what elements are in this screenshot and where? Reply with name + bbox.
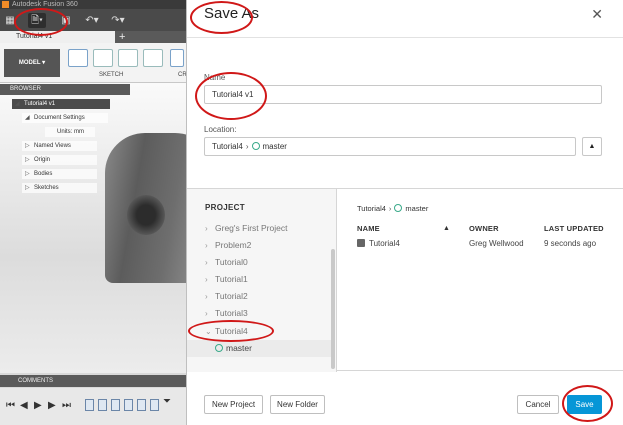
project-item[interactable]: › Problem2	[187, 237, 332, 254]
timeline-feature[interactable]	[150, 399, 159, 411]
line-tool-icon[interactable]	[93, 49, 113, 67]
project-item[interactable]: › Tutorial0	[187, 254, 332, 271]
chevron-right-icon: ›	[205, 292, 208, 301]
new-project-button[interactable]: New Project	[204, 395, 263, 414]
arc-tool-icon[interactable]	[143, 49, 163, 67]
timeline-feature[interactable]	[85, 399, 94, 411]
design-file-icon	[357, 239, 365, 247]
create-tool-icon[interactable]	[170, 49, 184, 67]
browser-root-item[interactable]: ◢ Tutorial4 v1	[12, 99, 110, 109]
close-icon[interactable]: ✕	[591, 6, 603, 23]
project-header: PROJECT	[205, 203, 245, 212]
file-name-cell[interactable]: Tutorial4	[357, 239, 400, 248]
model-hole	[127, 195, 165, 235]
browser-item-named-views[interactable]: ▷ Named Views	[22, 141, 97, 151]
timeline-back-icon[interactable]: ◀	[20, 400, 28, 411]
highlight-ring	[188, 320, 274, 342]
highlight-ring	[190, 1, 253, 34]
location-browser: PROJECT › Greg's First Project › Problem2 …	[187, 188, 623, 372]
ribbon-toolbar: MODEL ▾ SKETCH CR	[0, 43, 187, 83]
cancel-button[interactable]: Cancel	[517, 395, 559, 414]
undo-icon[interactable]: ↶▾	[82, 13, 102, 28]
chevron-right-icon: ›	[205, 241, 208, 250]
project-item[interactable]: › Tutorial2	[187, 288, 332, 305]
location-field[interactable]: Tutorial4 › master	[204, 137, 576, 156]
timeline-feature[interactable]	[137, 399, 146, 411]
updated-column-header[interactable]: LAST UPDATED	[544, 224, 604, 233]
comments-panel-header[interactable]: COMMENTS	[0, 375, 186, 387]
location-label: Location:	[204, 125, 237, 134]
chevron-right-icon: ›	[388, 204, 392, 213]
project-branch-item[interactable]: master	[187, 340, 332, 357]
timeline-feature[interactable]	[111, 399, 120, 411]
breadcrumb-folder[interactable]: master	[405, 204, 428, 213]
highlight-ring	[562, 385, 613, 422]
chevron-right-icon: ›	[205, 309, 208, 318]
workspace-switcher[interactable]: MODEL ▾	[4, 49, 60, 77]
browser-item-units[interactable]: Units: mm	[45, 127, 95, 137]
location-project: Tutorial4	[212, 142, 243, 151]
app-title: Autodesk Fusion 360	[12, 1, 78, 8]
new-folder-button[interactable]: New Folder	[270, 395, 325, 414]
timeline-feature[interactable]	[124, 399, 133, 411]
chevron-right-icon: ›	[205, 258, 208, 267]
sketch-menu-label[interactable]: SKETCH	[99, 72, 123, 78]
redo-icon[interactable]: ↷▾	[108, 13, 128, 28]
timeline-marker-icon[interactable]: ⏷	[163, 396, 171, 407]
chevron-right-icon: ›	[205, 224, 208, 233]
chevron-right-icon: ›	[205, 275, 208, 284]
project-item[interactable]: › Tutorial3	[187, 305, 332, 322]
fusion-logo-icon	[2, 1, 9, 8]
chevron-right-icon: ›	[245, 142, 249, 151]
collapse-location-button[interactable]: ▲	[582, 137, 602, 156]
divider	[187, 37, 623, 38]
browser-item-sketches[interactable]: ▷ Sketches	[22, 183, 97, 193]
project-item[interactable]: › Tutorial1	[187, 271, 332, 288]
create-sketch-icon[interactable]	[68, 49, 88, 67]
project-item[interactable]: › Greg's First Project	[187, 220, 332, 237]
project-list-scrollbar[interactable]	[331, 249, 335, 369]
sort-ascending-icon[interactable]: ▲	[443, 225, 450, 232]
file-owner-cell: Greg Wellwood	[469, 239, 524, 248]
browser-item-document-settings[interactable]: ◢ Document Settings	[22, 113, 108, 123]
timeline-play-icon[interactable]: ▶	[34, 400, 42, 411]
browser-header[interactable]: BROWSER	[0, 84, 130, 95]
timeline: ⏮ ◀ ▶ ▶ ⏭ ⏷	[0, 388, 186, 425]
breadcrumb: Tutorial4 › master	[357, 204, 428, 213]
project-list-pane: PROJECT › Greg's First Project › Problem2 …	[187, 189, 337, 372]
name-column-header[interactable]: NAME	[357, 224, 380, 233]
timeline-start-icon[interactable]: ⏮	[6, 400, 15, 411]
browser-item-bodies[interactable]: ▷ Bodies	[22, 169, 97, 179]
files-pane: Tutorial4 › master NAME ▲ OWNER LAST UPDAT…	[338, 189, 623, 372]
timeline-end-icon[interactable]: ⏭	[62, 400, 71, 411]
branch-icon	[394, 204, 403, 212]
branch-icon	[251, 142, 260, 150]
browser-panel: BROWSER ◢ Tutorial4 v1 ◢ Document Settings…	[0, 84, 130, 194]
rectangle-tool-icon[interactable]	[118, 49, 138, 67]
breadcrumb-project[interactable]: Tutorial4	[357, 204, 386, 213]
highlight-ring	[14, 8, 68, 36]
timeline-forward-icon[interactable]: ▶	[48, 400, 56, 411]
owner-column-header[interactable]: OWNER	[469, 224, 499, 233]
new-tab-button[interactable]: +	[119, 31, 125, 43]
branch-icon	[215, 344, 223, 352]
save-as-dialog: Save As ✕ Name Location: Tutorial4›maste…	[186, 0, 623, 425]
highlight-ring	[195, 72, 267, 120]
file-updated-cell: 9 seconds ago	[544, 239, 597, 248]
browser-item-origin[interactable]: ▷ Origin	[22, 155, 97, 165]
timeline-feature[interactable]	[98, 399, 107, 411]
location-folder: master	[262, 142, 287, 151]
